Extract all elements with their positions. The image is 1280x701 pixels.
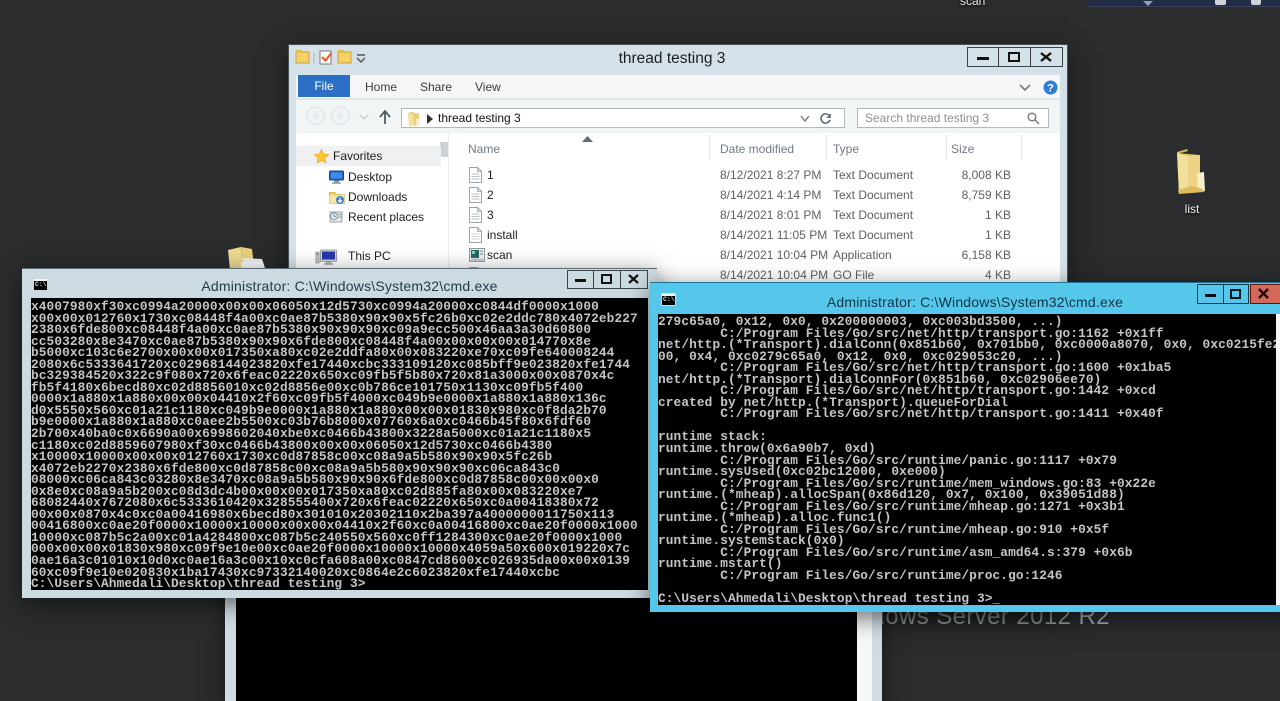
svg-text:?: ?: [1047, 83, 1054, 95]
